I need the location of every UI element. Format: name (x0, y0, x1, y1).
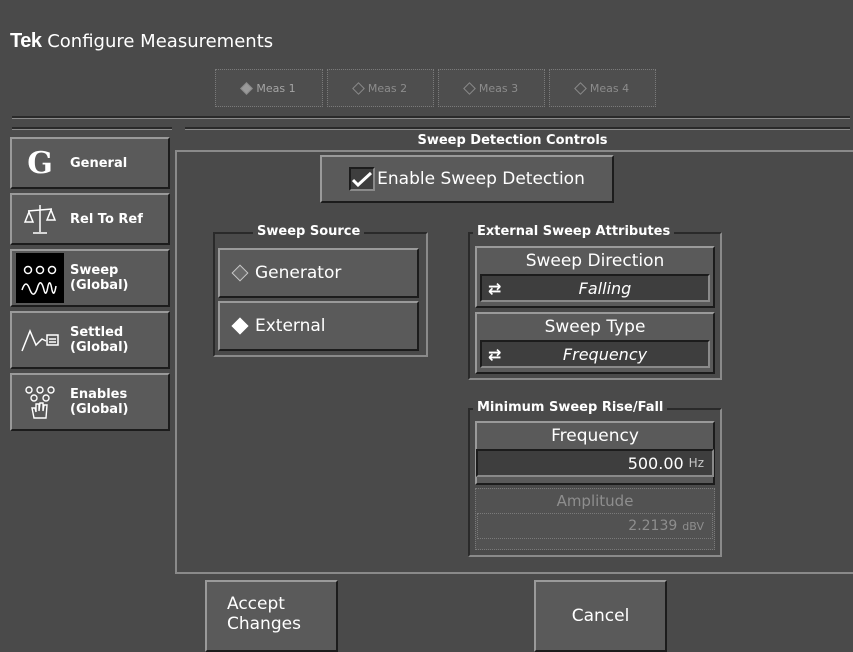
radio-diamond-icon (574, 81, 587, 95)
cycle-icon: ⇄ (488, 344, 502, 364)
external-radio[interactable]: External (218, 301, 419, 351)
amplitude-control: Amplitude 2.2139 dBV (475, 488, 715, 550)
amplitude-unit: dBV (682, 519, 704, 533)
radio-label: External (255, 316, 326, 336)
frequency-label: Frequency (551, 426, 639, 446)
sweep-type-label: Sweep Type (544, 317, 646, 337)
sidebar-item-settled[interactable]: Settled (Global) (10, 311, 170, 369)
checkmark-icon (349, 167, 376, 191)
cycle-icon: ⇄ (488, 278, 502, 298)
enable-sweep-label: Enable Sweep Detection (377, 169, 585, 189)
tab-meas-1[interactable]: Meas 1 (215, 69, 323, 107)
sidebar-item-enables[interactable]: Enables (Global) (10, 373, 170, 431)
radio-diamond-icon (352, 81, 365, 95)
sidebar-item-label: General (70, 155, 128, 171)
radio-diamond-icon (231, 317, 249, 335)
window-title: Tek Configure Measurements (10, 30, 273, 53)
external-attributes-title: External Sweep Attributes (473, 224, 675, 239)
sweep-source-title: Sweep Source (253, 224, 365, 239)
frequency-control[interactable]: Frequency 500.00 Hz (475, 421, 715, 485)
divider (12, 127, 172, 130)
radio-label: Generator (255, 263, 342, 283)
frequency-value: 500.00 (627, 453, 684, 473)
settled-icon (16, 315, 64, 365)
tab-label: Meas 4 (589, 81, 630, 95)
sweep-type-value-field: ⇄ Frequency (480, 340, 710, 368)
divider (12, 116, 850, 119)
enables-icon (16, 377, 64, 427)
frequency-unit: Hz (688, 456, 704, 470)
amplitude-value-field: 2.2139 dBV (477, 513, 713, 539)
cancel-label: Cancel (571, 606, 630, 626)
accept-changes-button[interactable]: Accept Changes (205, 580, 338, 652)
divider (185, 127, 850, 130)
cancel-button[interactable]: Cancel (534, 580, 667, 652)
sweep-type-selector[interactable]: Sweep Type ⇄ Frequency (475, 312, 715, 374)
frequency-value-field[interactable]: 500.00 Hz (476, 449, 714, 477)
accept-changes-label: Accept Changes (227, 594, 301, 634)
amplitude-label: Amplitude (556, 492, 634, 510)
radio-diamond-icon (240, 81, 254, 95)
sweep-type-value: Frequency (562, 344, 648, 364)
tab-label: Meas 3 (478, 81, 519, 95)
radio-diamond-icon (231, 264, 249, 282)
sidebar-item-label: Rel To Ref (70, 211, 143, 227)
generator-radio[interactable]: Generator (218, 248, 419, 298)
sweep-direction-selector[interactable]: Sweep Direction ⇄ Falling (475, 246, 715, 308)
tab-label: Meas 1 (256, 81, 296, 95)
tab-meas-2[interactable]: Meas 2 (327, 69, 434, 107)
amplitude-value: 2.2139 (628, 518, 678, 534)
sweep-direction-value: Falling (578, 278, 632, 298)
scales-icon (16, 198, 64, 240)
min-rise-fall-title: Minimum Sweep Rise/Fall (473, 400, 668, 415)
tab-meas-3[interactable]: Meas 3 (438, 69, 545, 107)
sweep-icon (16, 253, 64, 303)
sidebar-item-sweep[interactable]: Sweep (Global) (10, 249, 170, 307)
sweep-direction-value-field: ⇄ Falling (480, 274, 710, 302)
sidebar-item-label: Enables (Global) (70, 387, 129, 417)
window-title-text: Configure Measurements (47, 31, 274, 52)
section-title: Sweep Detection Controls (417, 133, 608, 148)
tab-meas-4[interactable]: Meas 4 (549, 69, 656, 107)
sweep-direction-label: Sweep Direction (525, 251, 665, 271)
sidebar-item-general[interactable]: G General (10, 137, 170, 189)
tab-label: Meas 2 (367, 81, 408, 95)
general-icon: G (27, 145, 53, 181)
sidebar-item-label: Sweep (Global) (70, 263, 129, 293)
sidebar-item-rel-to-ref[interactable]: Rel To Ref (10, 193, 170, 245)
brand-label: Tek (10, 30, 42, 52)
enable-sweep-detection-checkbox[interactable]: Enable Sweep Detection (320, 155, 614, 203)
radio-diamond-icon (463, 81, 476, 95)
sidebar-item-label: Settled (Global) (70, 325, 129, 355)
